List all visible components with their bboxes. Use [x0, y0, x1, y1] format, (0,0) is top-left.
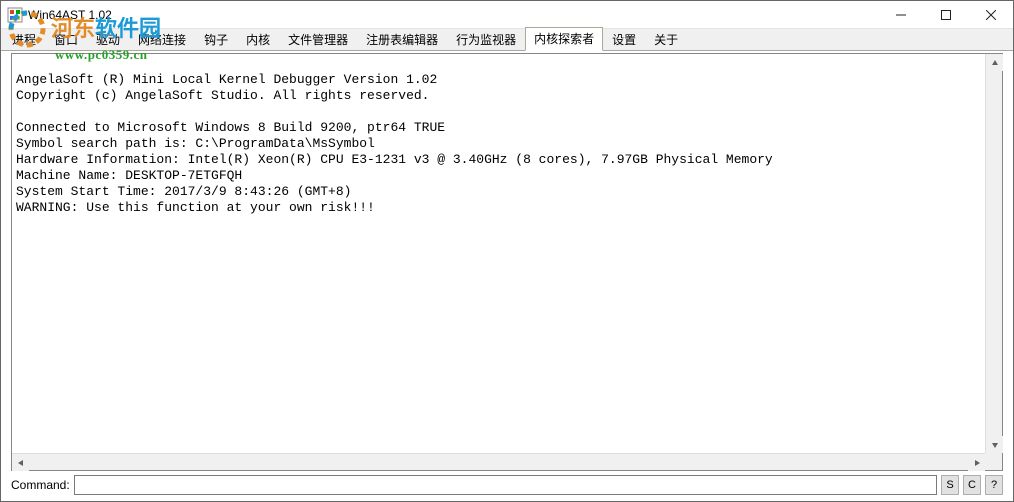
tab-8[interactable]: 行为监视器	[447, 28, 525, 51]
scroll-corner	[985, 453, 1002, 470]
tab-0[interactable]: 进程	[3, 28, 45, 51]
minimize-button[interactable]	[878, 1, 923, 29]
tab-bar: 进程窗口驱动网络连接钩子内核文件管理器注册表编辑器行为监视器内核探索者设置关于	[1, 29, 1013, 51]
close-button[interactable]	[968, 1, 1013, 29]
scroll-left-button[interactable]	[12, 454, 29, 471]
scroll-right-button[interactable]	[968, 454, 985, 471]
maximize-button[interactable]	[923, 1, 968, 29]
command-s-button[interactable]: S	[941, 475, 959, 495]
tab-5[interactable]: 内核	[237, 28, 279, 51]
tab-10[interactable]: 设置	[603, 28, 645, 51]
command-bar: Command: S C ?	[11, 474, 1003, 496]
tab-2[interactable]: 驱动	[87, 28, 129, 51]
window-controls	[878, 1, 1013, 28]
app-icon	[7, 7, 23, 23]
scroll-down-button[interactable]	[986, 436, 1003, 453]
tab-9[interactable]: 内核探索者	[525, 27, 603, 51]
console-panel: AngelaSoft (R) Mini Local Kernel Debugge…	[11, 53, 1003, 471]
tab-4[interactable]: 钩子	[195, 28, 237, 51]
tab-7[interactable]: 注册表编辑器	[357, 28, 447, 51]
command-help-button[interactable]: ?	[985, 475, 1003, 495]
scrollbar-vertical[interactable]	[985, 54, 1002, 453]
window-titlebar: Win64AST 1.02	[1, 1, 1013, 29]
command-input[interactable]	[74, 475, 937, 495]
tab-11[interactable]: 关于	[645, 28, 687, 51]
tab-1[interactable]: 窗口	[45, 28, 87, 51]
tab-6[interactable]: 文件管理器	[279, 28, 357, 51]
titlebar-left: Win64AST 1.02	[1, 7, 112, 23]
tab-3[interactable]: 网络连接	[129, 28, 195, 51]
window-title: Win64AST 1.02	[28, 8, 112, 22]
command-label: Command:	[11, 478, 70, 492]
command-c-button[interactable]: C	[963, 475, 981, 495]
scrollbar-horizontal[interactable]	[12, 453, 1002, 470]
scroll-up-button[interactable]	[986, 54, 1003, 71]
console-output[interactable]: AngelaSoft (R) Mini Local Kernel Debugge…	[12, 54, 1002, 470]
